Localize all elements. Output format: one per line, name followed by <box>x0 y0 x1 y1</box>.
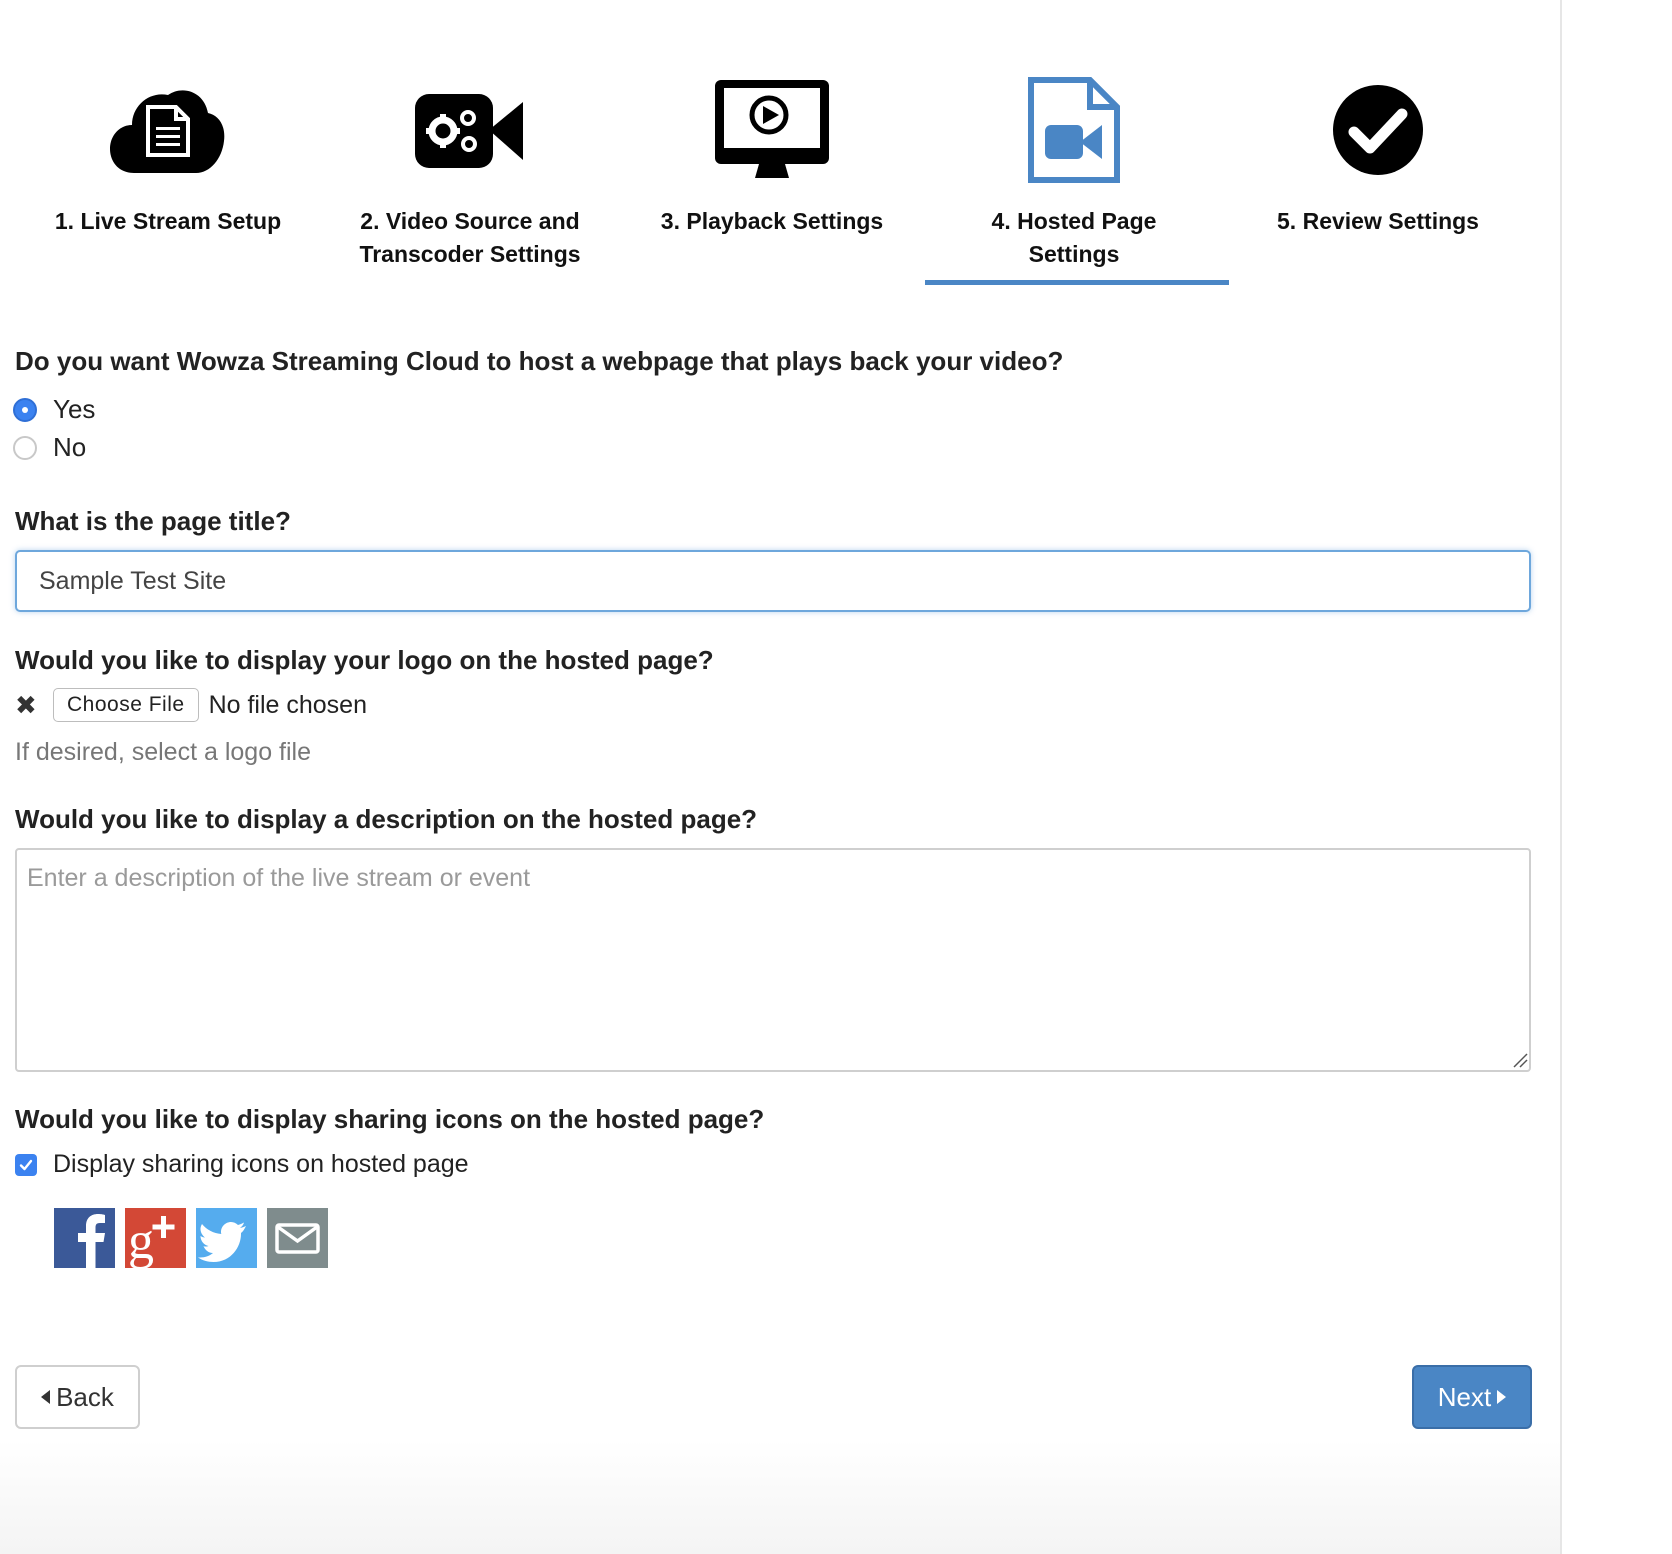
google-plus-icon: g <box>125 1208 186 1268</box>
step-label-line1: 2. Video Source and <box>360 208 580 234</box>
sharing-question: Would you like to display sharing icons … <box>15 1104 765 1134</box>
next-button-label: Next <box>1437 1381 1492 1412</box>
wizard-steps: 1. Live Stream Setup 2. Video Source and… <box>0 0 1560 320</box>
step-live-stream-setup[interactable]: 1. Live Stream Setup <box>18 75 318 238</box>
next-button[interactable]: Next <box>1412 1365 1532 1429</box>
logo-hint: If desired, select a logo file <box>15 738 311 766</box>
check-circle-icon <box>1228 75 1528 185</box>
footer-background <box>0 1440 1560 1554</box>
step-label-line2: Settings <box>1028 241 1120 267</box>
radio-button-checked[interactable] <box>13 397 37 422</box>
choose-file-button[interactable]: Choose File <box>53 688 199 722</box>
checkmark-icon <box>19 1159 33 1170</box>
sharing-checkbox-label: Display sharing icons on hosted page <box>53 1150 469 1178</box>
twitter-icon <box>196 1208 257 1268</box>
file-video-icon <box>924 75 1224 185</box>
step-video-source[interactable]: 2. Video Source and Transcoder Settings <box>320 75 620 271</box>
svg-text:g: g <box>128 1213 154 1268</box>
monitor-play-icon <box>622 75 922 185</box>
sharing-checkbox[interactable] <box>15 1153 37 1176</box>
step-label-line1: 1. Live Stream Setup <box>54 208 282 234</box>
radio-yes-label: Yes <box>53 394 96 424</box>
cloud-document-icon <box>18 75 318 185</box>
page-edge <box>1560 0 1672 1554</box>
back-button-label: Back <box>56 1381 114 1412</box>
step-label-line1: 4. Hosted Page <box>991 208 1157 234</box>
video-camera-gears-icon <box>320 75 620 185</box>
active-step-indicator <box>925 280 1229 285</box>
step-review-settings[interactable]: 5. Review Settings <box>1228 75 1528 238</box>
resize-handle-icon[interactable] <box>1512 1052 1528 1068</box>
clear-file-icon[interactable]: ✖ <box>15 690 53 721</box>
facebook-icon <box>54 1208 115 1268</box>
radio-button-unchecked[interactable] <box>13 435 37 460</box>
email-icon <box>267 1208 328 1268</box>
sharing-checkbox-row[interactable]: Display sharing icons on hosted page <box>15 1150 469 1179</box>
hosted-page-settings-form: 1. Live Stream Setup 2. Video Source and… <box>0 0 1560 1554</box>
description-question: Would you like to display a description … <box>15 804 758 834</box>
description-textarea[interactable] <box>15 848 1531 1072</box>
logo-question: Would you like to display your logo on t… <box>15 645 714 675</box>
step-label-line1: 3. Playback Settings <box>660 208 884 234</box>
title-question: What is the page title? <box>15 506 291 536</box>
radio-no-label: No <box>53 432 87 462</box>
radio-yes[interactable]: Yes <box>13 394 95 425</box>
caret-left-icon <box>41 1390 51 1404</box>
file-status: No file chosen <box>208 690 367 719</box>
step-label-line2: Transcoder Settings <box>359 241 581 267</box>
radio-no[interactable]: No <box>13 432 86 463</box>
logo-file-picker: ✖ Choose File No file chosen <box>15 688 367 722</box>
step-hosted-page-settings[interactable]: 4. Hosted Page Settings <box>924 75 1224 271</box>
page-title-input[interactable] <box>15 550 1531 612</box>
step-playback-settings[interactable]: 3. Playback Settings <box>622 75 922 238</box>
step-label-line1: 5. Review Settings <box>1277 208 1479 234</box>
host-question: Do you want Wowza Streaming Cloud to hos… <box>15 346 1064 376</box>
caret-right-icon <box>1497 1390 1507 1404</box>
back-button[interactable]: Back <box>15 1365 140 1429</box>
sharing-icons: g <box>54 1208 328 1268</box>
